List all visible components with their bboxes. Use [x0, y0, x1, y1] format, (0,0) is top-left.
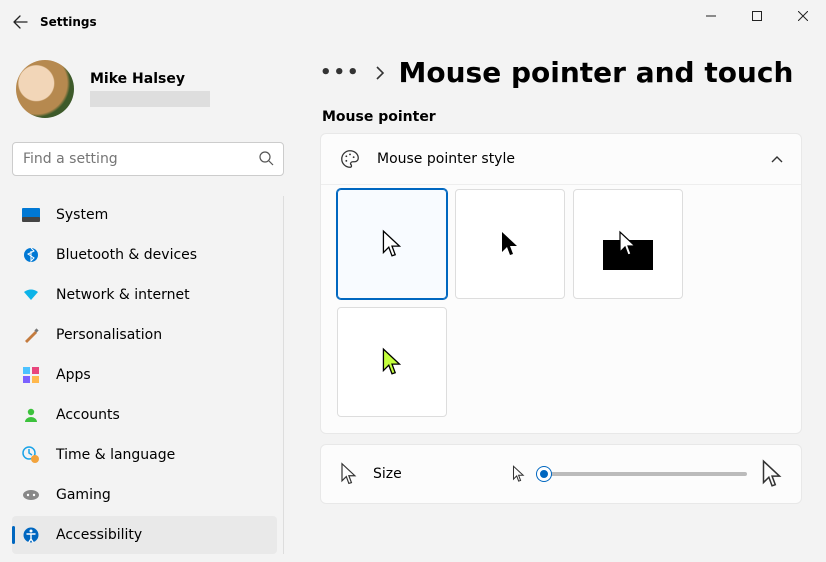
- chevron-right-icon: [375, 66, 385, 80]
- back-button[interactable]: [0, 0, 40, 44]
- accessibility-icon: [22, 526, 40, 544]
- nav-item-time-language[interactable]: Time & language: [12, 436, 277, 474]
- pointer-style-header[interactable]: Mouse pointer style: [321, 134, 801, 184]
- nav-item-bluetooth[interactable]: Bluetooth & devices: [12, 236, 277, 274]
- bluetooth-icon: [22, 246, 40, 264]
- pointer-style-label: Mouse pointer style: [377, 151, 515, 167]
- user-account-row[interactable]: Mike Halsey: [12, 52, 284, 138]
- cursor-large-icon: [759, 459, 783, 489]
- pointer-style-white[interactable]: [337, 189, 447, 299]
- pointer-size-panel: Size: [320, 444, 802, 504]
- user-avatar: [16, 60, 74, 118]
- app-title: Settings: [40, 15, 97, 29]
- user-name: Mike Halsey: [90, 71, 210, 87]
- nav-label: Accessibility: [56, 527, 142, 543]
- nav-label: Bluetooth & devices: [56, 247, 197, 263]
- minimize-button[interactable]: [688, 0, 734, 32]
- nav-item-apps[interactable]: Apps: [12, 356, 277, 394]
- close-button[interactable]: [780, 0, 826, 32]
- system-icon: [22, 206, 40, 224]
- pointer-style-custom[interactable]: [337, 307, 447, 417]
- maximize-button[interactable]: [734, 0, 780, 32]
- apps-icon: [22, 366, 40, 384]
- nav-item-accessibility[interactable]: Accessibility: [12, 516, 277, 554]
- clock-globe-icon: [22, 446, 40, 464]
- page-title: Mouse pointer and touch: [399, 56, 794, 89]
- size-label: Size: [373, 466, 402, 482]
- nav-item-accounts[interactable]: Accounts: [12, 396, 277, 434]
- person-icon: [22, 406, 40, 424]
- palette-icon: [339, 148, 361, 170]
- paintbrush-icon: [22, 326, 40, 344]
- nav-item-system[interactable]: System: [12, 196, 277, 234]
- cursor-small-icon: [511, 465, 525, 483]
- pointer-style-panel: Mouse pointer style: [320, 133, 802, 434]
- wifi-icon: [22, 286, 40, 304]
- nav-label: Gaming: [56, 487, 111, 503]
- nav-label: Accounts: [56, 407, 120, 423]
- chevron-up-icon: [771, 155, 783, 163]
- nav-item-personalisation[interactable]: Personalisation: [12, 316, 277, 354]
- nav-label: Time & language: [56, 447, 175, 463]
- cursor-icon: [339, 462, 357, 486]
- size-slider[interactable]: [537, 472, 747, 476]
- size-slider-thumb[interactable]: [537, 467, 551, 481]
- user-email-placeholder: [90, 91, 210, 107]
- section-label: Mouse pointer: [322, 109, 802, 125]
- pointer-style-inverted[interactable]: [573, 189, 683, 299]
- search-icon: [258, 150, 274, 166]
- search-input[interactable]: [12, 142, 284, 176]
- pointer-style-black[interactable]: [455, 189, 565, 299]
- nav-label: Network & internet: [56, 287, 190, 303]
- nav-label: Apps: [56, 367, 91, 383]
- gaming-icon: [22, 486, 40, 504]
- nav-label: System: [56, 207, 108, 223]
- nav-item-gaming[interactable]: Gaming: [12, 476, 277, 514]
- nav-item-network[interactable]: Network & internet: [12, 276, 277, 314]
- nav-label: Personalisation: [56, 327, 162, 343]
- breadcrumb-more-button[interactable]: •••: [320, 62, 361, 83]
